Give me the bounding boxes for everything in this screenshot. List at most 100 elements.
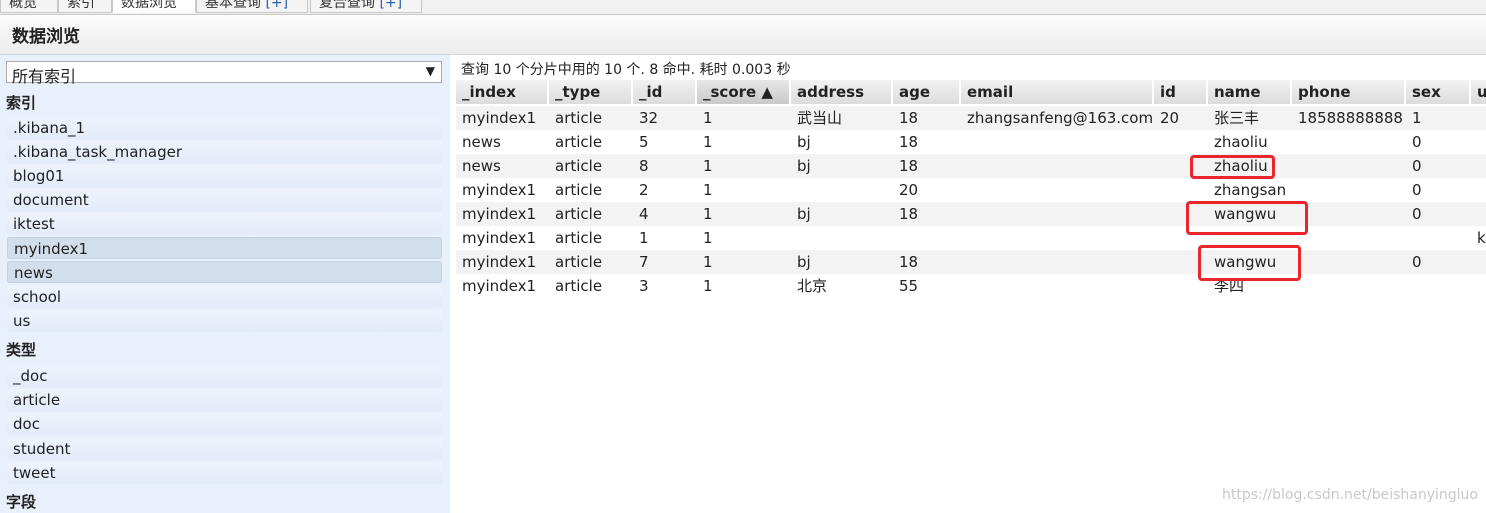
chevron-down-icon: ▼ — [425, 64, 435, 78]
table-cell: article — [555, 229, 603, 247]
tab-label: 索引 — [67, 0, 95, 11]
table-cell: 0 — [1412, 205, 1422, 223]
table-cell — [1292, 154, 1405, 178]
tab-indices[interactable]: 索引 — [58, 0, 112, 13]
tab-label: 基本查询 — [205, 0, 261, 11]
table-cell — [961, 154, 1153, 178]
table-cell: 55 — [899, 277, 919, 295]
table-row[interactable]: myindex1 article 32 1 武当山 18 zhangsanfeng@163.… — [456, 106, 1486, 130]
sidebar-item-us[interactable]: us — [7, 310, 442, 332]
table-cell: bj — [797, 205, 811, 223]
sidebar-item-document[interactable]: document — [7, 189, 442, 211]
table-cell: 18 — [899, 157, 919, 175]
table-cell: bj — [797, 157, 811, 175]
tab-label: 数据浏览 — [121, 0, 177, 11]
section-title-types: 类型 — [6, 341, 37, 359]
table-cell: myindex1 — [462, 181, 537, 199]
table-cell — [1471, 154, 1486, 178]
table-cell — [1292, 178, 1405, 202]
table-cell: 18588888888 — [1298, 109, 1403, 127]
sidebar-item-doc-type[interactable]: _doc — [7, 365, 442, 387]
table-cell: kir — [1477, 229, 1486, 247]
tab-data-browser[interactable]: 数据浏览 — [112, 0, 196, 13]
sidebar-item-kibana-task-manager[interactable]: .kibana_task_manager — [7, 141, 442, 163]
table-cell — [1406, 226, 1470, 250]
table-cell: 20 — [899, 181, 919, 199]
table-cell: article — [555, 133, 603, 151]
table-cell: article — [555, 157, 603, 175]
sidebar-item-school[interactable]: school — [7, 286, 442, 308]
section-title-fields: 字段 — [6, 493, 37, 511]
tab-plus[interactable]: [+] — [265, 0, 288, 11]
sidebar-item-label: document — [13, 191, 89, 209]
table-cell: 武当山 — [797, 109, 843, 127]
table-cell — [961, 226, 1153, 250]
sidebar-item-label: us — [13, 312, 31, 330]
tab-compound-query[interactable]: 复合查询 [+] — [310, 0, 422, 13]
table-cell: 3 — [639, 277, 649, 295]
table-cell — [1471, 130, 1486, 154]
sidebar-item-label: news — [14, 264, 53, 282]
table-cell: 1 — [639, 229, 649, 247]
table-row[interactable]: news article 5 1 bj 18 zhaoliu 0 — [456, 130, 1486, 154]
sidebar-item-label: .kibana_1 — [13, 119, 86, 137]
tab-basic-query[interactable]: 基本查询 [+] — [196, 0, 308, 13]
table-cell: myindex1 — [462, 109, 537, 127]
column-header-type[interactable]: _type — [549, 80, 632, 104]
table-cell: myindex1 — [462, 253, 537, 271]
table-cell — [1154, 178, 1207, 202]
table-cell: 1 — [703, 109, 713, 127]
table-cell — [1471, 202, 1486, 226]
table-cell: 18 — [899, 205, 919, 223]
table-cell — [1292, 274, 1405, 298]
highlight-box — [1190, 155, 1275, 179]
sidebar-item-news[interactable]: news — [7, 261, 442, 283]
sidebar-item-student[interactable]: student — [7, 438, 442, 460]
table-cell: 1 — [1412, 109, 1422, 127]
table-cell: 1 — [703, 253, 713, 271]
tab-overview[interactable]: 概览 — [0, 0, 58, 13]
table-row[interactable]: myindex1 article 4 1 bj 18 wangwu 0 — [456, 202, 1486, 226]
table-row[interactable]: news article 8 1 bj 18 zhaoliu 0 — [456, 154, 1486, 178]
column-header-address[interactable]: address — [791, 80, 892, 104]
column-header-u[interactable]: u — [1471, 80, 1486, 104]
table-cell: 张三丰 — [1214, 109, 1260, 127]
table-cell — [791, 226, 892, 250]
column-header-age[interactable]: age — [893, 80, 960, 104]
column-header-score[interactable]: _score ▲ — [697, 80, 790, 104]
sidebar: 所有索引 ▼ 索引 .kibana_1 .kibana_task_manager… — [0, 55, 450, 513]
sidebar-item-blog01[interactable]: blog01 — [7, 165, 442, 187]
sidebar-item-iktest[interactable]: iktest — [7, 213, 442, 235]
table-cell: 32 — [639, 109, 659, 127]
sidebar-item-kibana-1[interactable]: .kibana_1 — [7, 117, 442, 139]
sidebar-item-article[interactable]: article — [7, 389, 442, 411]
sidebar-item-myindex1[interactable]: myindex1 — [7, 237, 442, 259]
table-row[interactable]: myindex1 article 3 1 北京 55 李四 — [456, 274, 1486, 298]
table-cell: 18 — [899, 133, 919, 151]
table-cell: 8 — [639, 157, 649, 175]
table-cell: 0 — [1412, 253, 1422, 271]
table-cell: article — [555, 181, 603, 199]
table-cell: 1 — [703, 277, 713, 295]
column-header-name[interactable]: name — [1208, 80, 1291, 104]
column-header-phone[interactable]: phone — [1292, 80, 1405, 104]
tab-plus[interactable]: [+] — [379, 0, 402, 11]
column-header-sex[interactable]: sex — [1406, 80, 1470, 104]
sidebar-item-label: school — [13, 288, 62, 306]
sidebar-item-label: .kibana_task_manager — [13, 143, 183, 161]
table-cell: news — [462, 157, 501, 175]
table-cell: article — [555, 253, 603, 271]
column-header-id[interactable]: _id — [633, 80, 696, 104]
table-cell: 0 — [1412, 157, 1422, 175]
table-cell — [1471, 178, 1486, 202]
table-row[interactable]: myindex1 article 2 1 20 zhangsan 0 — [456, 178, 1486, 202]
sidebar-item-tweet[interactable]: tweet — [7, 462, 442, 484]
index-select[interactable]: 所有索引 ▼ — [6, 61, 442, 86]
table-cell — [1292, 226, 1405, 250]
column-header-index[interactable]: _index — [456, 80, 548, 104]
table-row[interactable]: myindex1 article 1 1 kir — [456, 226, 1486, 250]
sidebar-item-doc[interactable]: doc — [7, 413, 442, 435]
column-header-id[interactable]: id — [1154, 80, 1207, 104]
column-header-email[interactable]: email — [961, 80, 1153, 104]
table-row[interactable]: myindex1 article 7 1 bj 18 wangwu 0 — [456, 250, 1486, 274]
